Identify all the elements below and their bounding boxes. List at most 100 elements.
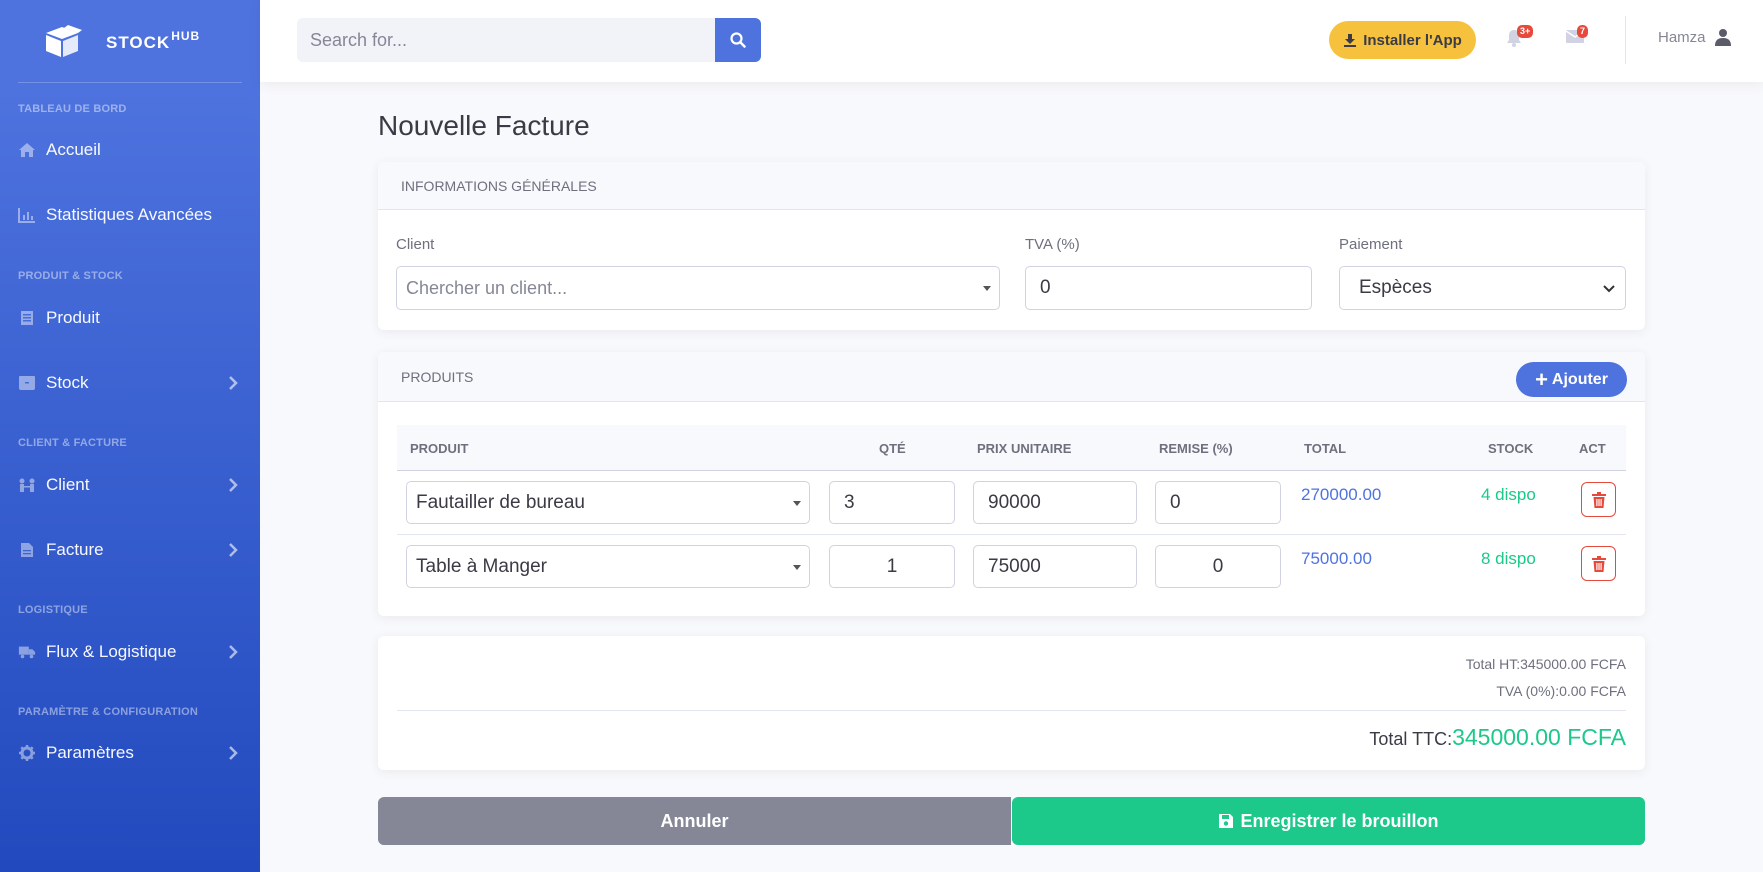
add-product-button[interactable]: + Ajouter [1516, 362, 1627, 397]
product-name: Fautailler de bureau [416, 491, 585, 513]
client-label: Client [396, 236, 435, 253]
trash-icon [1591, 491, 1606, 508]
column-header: PRIX UNITAIRE [977, 441, 1072, 456]
summary-divider [397, 710, 1626, 711]
delete-row-button[interactable] [1581, 482, 1616, 517]
box-logo-icon [46, 25, 82, 57]
products-card: PRODUITS + Ajouter PRODUIT QTÉ PRIX UNIT… [378, 352, 1645, 616]
total-ttc: Total TTC: 345000.00 FCFA [1369, 724, 1626, 751]
sidebar-item-label: Accueil [46, 140, 101, 159]
sidebar-item-label: Produit [46, 308, 100, 327]
chevron-right-icon [229, 376, 238, 390]
total-ttc-value: 345000.00 FCFA [1452, 724, 1626, 750]
sidebar-heading-logistique: LOGISTIQUE [18, 604, 88, 616]
plus-icon: + [1535, 366, 1548, 392]
caret-down-icon [793, 565, 801, 570]
client-placeholder: Chercher un client... [406, 277, 568, 298]
column-header: REMISE (%) [1159, 441, 1233, 456]
unit-price-input[interactable]: 90000 [973, 481, 1137, 524]
sidebar-heading-client: CLIENT & FACTURE [18, 437, 127, 449]
column-header: PRODUIT [410, 441, 469, 456]
unit-price-value: 75000 [988, 555, 1041, 577]
search-button[interactable] [715, 18, 761, 62]
product-select[interactable]: Fautailler de bureau [406, 481, 810, 524]
truck-icon [18, 643, 36, 661]
save-icon [1219, 814, 1234, 828]
messages-button[interactable]: 7 [1565, 25, 1591, 54]
user-name: Hamza [1658, 28, 1706, 46]
quantity-input[interactable]: 3 [829, 481, 955, 524]
discount-input[interactable]: 0 [1155, 481, 1281, 524]
search-icon [730, 32, 746, 48]
user-icon [1714, 29, 1731, 46]
summary-card: Total HT:345000.00 FCFA TVA (0%):0.00 FC… [378, 636, 1645, 770]
total-ht: Total HT:345000.00 FCFA [1465, 656, 1626, 672]
download-icon [1344, 34, 1357, 47]
alerts-button[interactable]: 3+ [1505, 25, 1534, 54]
quantity-value: 3 [844, 491, 855, 513]
search-bar [297, 18, 762, 62]
cancel-label: Annuler [660, 810, 729, 831]
caret-down-icon [793, 501, 801, 506]
discount-value: 0 [1170, 491, 1181, 513]
tva-total: TVA (0%):0.00 FCFA [1496, 683, 1626, 699]
sidebar-item-parametres[interactable]: Paramètres [0, 733, 260, 773]
line-total: 75000.00 [1301, 549, 1372, 568]
brand[interactable]: STOCKHUB [0, 0, 260, 82]
chevron-right-icon [229, 478, 238, 492]
total-ttc-label: Total TTC: [1369, 729, 1453, 749]
gear-icon [18, 744, 36, 762]
product-icon [18, 309, 36, 327]
quantity-value: 1 [886, 555, 898, 577]
payment-select[interactable]: Espèces [1339, 266, 1626, 310]
sidebar-heading-produit: PRODUIT & STOCK [18, 270, 123, 282]
chevron-right-icon [229, 645, 238, 659]
tva-label: TVA (%) [1025, 236, 1080, 253]
install-app-button[interactable]: Installer l'App [1329, 21, 1476, 59]
sidebar-item-label: Statistiques Avancées [46, 205, 213, 224]
home-icon [18, 141, 36, 159]
add-product-label: Ajouter [1551, 370, 1608, 388]
products-title: PRODUITS [401, 368, 474, 385]
file-icon [18, 541, 36, 559]
quantity-input[interactable]: 1 [829, 545, 955, 588]
sidebar-item-accueil[interactable]: Accueil [0, 130, 260, 170]
sidebar-item-stock[interactable]: Stock [0, 363, 260, 403]
sidebar-item-label: Flux & Logistique [46, 642, 177, 661]
sidebar-item-produit[interactable]: Produit [0, 298, 260, 338]
products-table-header: PRODUIT QTÉ PRIX UNITAIRE REMISE (%) TOT… [397, 425, 1626, 471]
users-icon [18, 476, 36, 494]
tva-input[interactable]: 0 [1025, 266, 1312, 310]
product-name: Table à Manger [416, 555, 547, 577]
stock-available: 4 dispo [1481, 485, 1536, 504]
sidebar-item-client[interactable]: Client [0, 465, 260, 505]
sidebar-item-label: Stock [46, 373, 89, 392]
client-select[interactable]: Chercher un client... [396, 266, 1000, 310]
user-menu[interactable]: Hamza [1658, 28, 1732, 46]
sidebar-item-facture[interactable]: Facture [0, 530, 260, 570]
column-header: ACT [1579, 441, 1606, 456]
row-divider [397, 534, 1626, 535]
products-header: PRODUITS [378, 352, 1645, 402]
save-draft-button[interactable]: Enregistrer le brouillon [1012, 797, 1645, 845]
sidebar: STOCKHUB TABLEAU DE BORD Accueil Statist… [0, 0, 260, 872]
messages-badge: 7 [1577, 25, 1589, 38]
sidebar-divider [18, 82, 242, 83]
page-title: Nouvelle Facture [378, 110, 590, 141]
search-input[interactable] [297, 18, 715, 62]
column-header: STOCK [1488, 441, 1534, 456]
unit-price-input[interactable]: 75000 [973, 545, 1137, 588]
tva-value: 0 [1040, 277, 1051, 298]
product-select[interactable]: Table à Manger [406, 545, 810, 588]
brand-name: STOCKHUB [106, 29, 201, 52]
line-total: 270000.00 [1301, 485, 1382, 504]
sidebar-item-statistiques[interactable]: Statistiques Avancées [0, 195, 260, 235]
discount-input[interactable]: 0 [1155, 545, 1281, 588]
alerts-badge: 3+ [1517, 25, 1534, 38]
caret-down-icon [983, 286, 991, 291]
chart-icon [18, 206, 36, 224]
sidebar-item-flux[interactable]: Flux & Logistique [0, 632, 260, 672]
stock-available: 8 dispo [1481, 549, 1536, 568]
cancel-button[interactable]: Annuler [378, 797, 1011, 845]
delete-row-button[interactable] [1581, 546, 1616, 581]
